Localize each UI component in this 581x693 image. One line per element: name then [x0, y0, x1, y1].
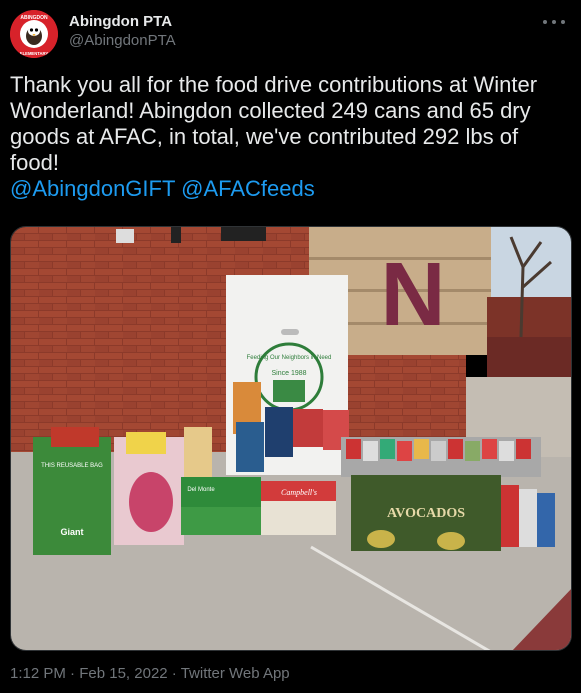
tweet-source: Twitter Web App [180, 665, 290, 682]
avatar[interactable]: ABINGDON ELEMENTARY [10, 10, 58, 58]
bag-brand: Giant [60, 527, 83, 537]
display-name[interactable]: Abingdon PTA [69, 13, 176, 31]
school-logo-icon: ABINGDON ELEMENTARY [10, 10, 58, 58]
more-dot-icon [552, 20, 556, 24]
tweet-date[interactable]: Feb 15, 2022 [79, 665, 167, 682]
meta-separator: · [65, 665, 80, 682]
tweet-meta: 1:12 PM · Feb 15, 2022 · Twitter Web App [10, 665, 290, 682]
account-names: Abingdon PTA @AbingdonPTA [69, 13, 176, 51]
tweet-body: Thank you all for the food drive contrib… [10, 72, 571, 202]
more-dot-icon [561, 20, 565, 24]
reusable-bag [33, 437, 111, 555]
mention-link[interactable]: @AFACfeeds [181, 176, 315, 201]
delmonte-label: Del Monte [187, 487, 215, 493]
box-label: Feeding Our Neighbors in Need [247, 355, 332, 361]
account-handle[interactable]: @AbingdonPTA [69, 31, 176, 51]
can-cluster [341, 437, 541, 477]
tweet-mentions: @AbingdonGIFT @AFACfeeds [10, 176, 571, 202]
mention-link[interactable]: @AbingdonGIFT [10, 176, 175, 201]
tweet-photo[interactable]: N Feeding Our Neighbors in Need Since 19… [10, 226, 572, 651]
more-options-button[interactable] [543, 14, 565, 30]
tweet-header: ABINGDON ELEMENTARY Abingdon PTA @Abingd… [10, 8, 571, 60]
tweet-text: Thank you all for the food drive contrib… [10, 72, 538, 175]
bag-text: THIS REUSABLE BAG [41, 463, 103, 469]
meta-separator: · [167, 665, 181, 682]
campbells-label: Campbell's [281, 488, 317, 497]
avatar-text-top: ABINGDON [20, 15, 48, 21]
more-dot-icon [543, 20, 547, 24]
tweet-time[interactable]: 1:12 PM [10, 665, 66, 682]
food-drive-photo: N Feeding Our Neighbors in Need Since 19… [11, 227, 571, 650]
wall-letter: N [381, 245, 446, 345]
avatar-text-bottom: ELEMENTARY [20, 51, 49, 56]
box-since: Since 1988 [271, 370, 306, 377]
crate-label: AVOCADOS [387, 506, 465, 521]
